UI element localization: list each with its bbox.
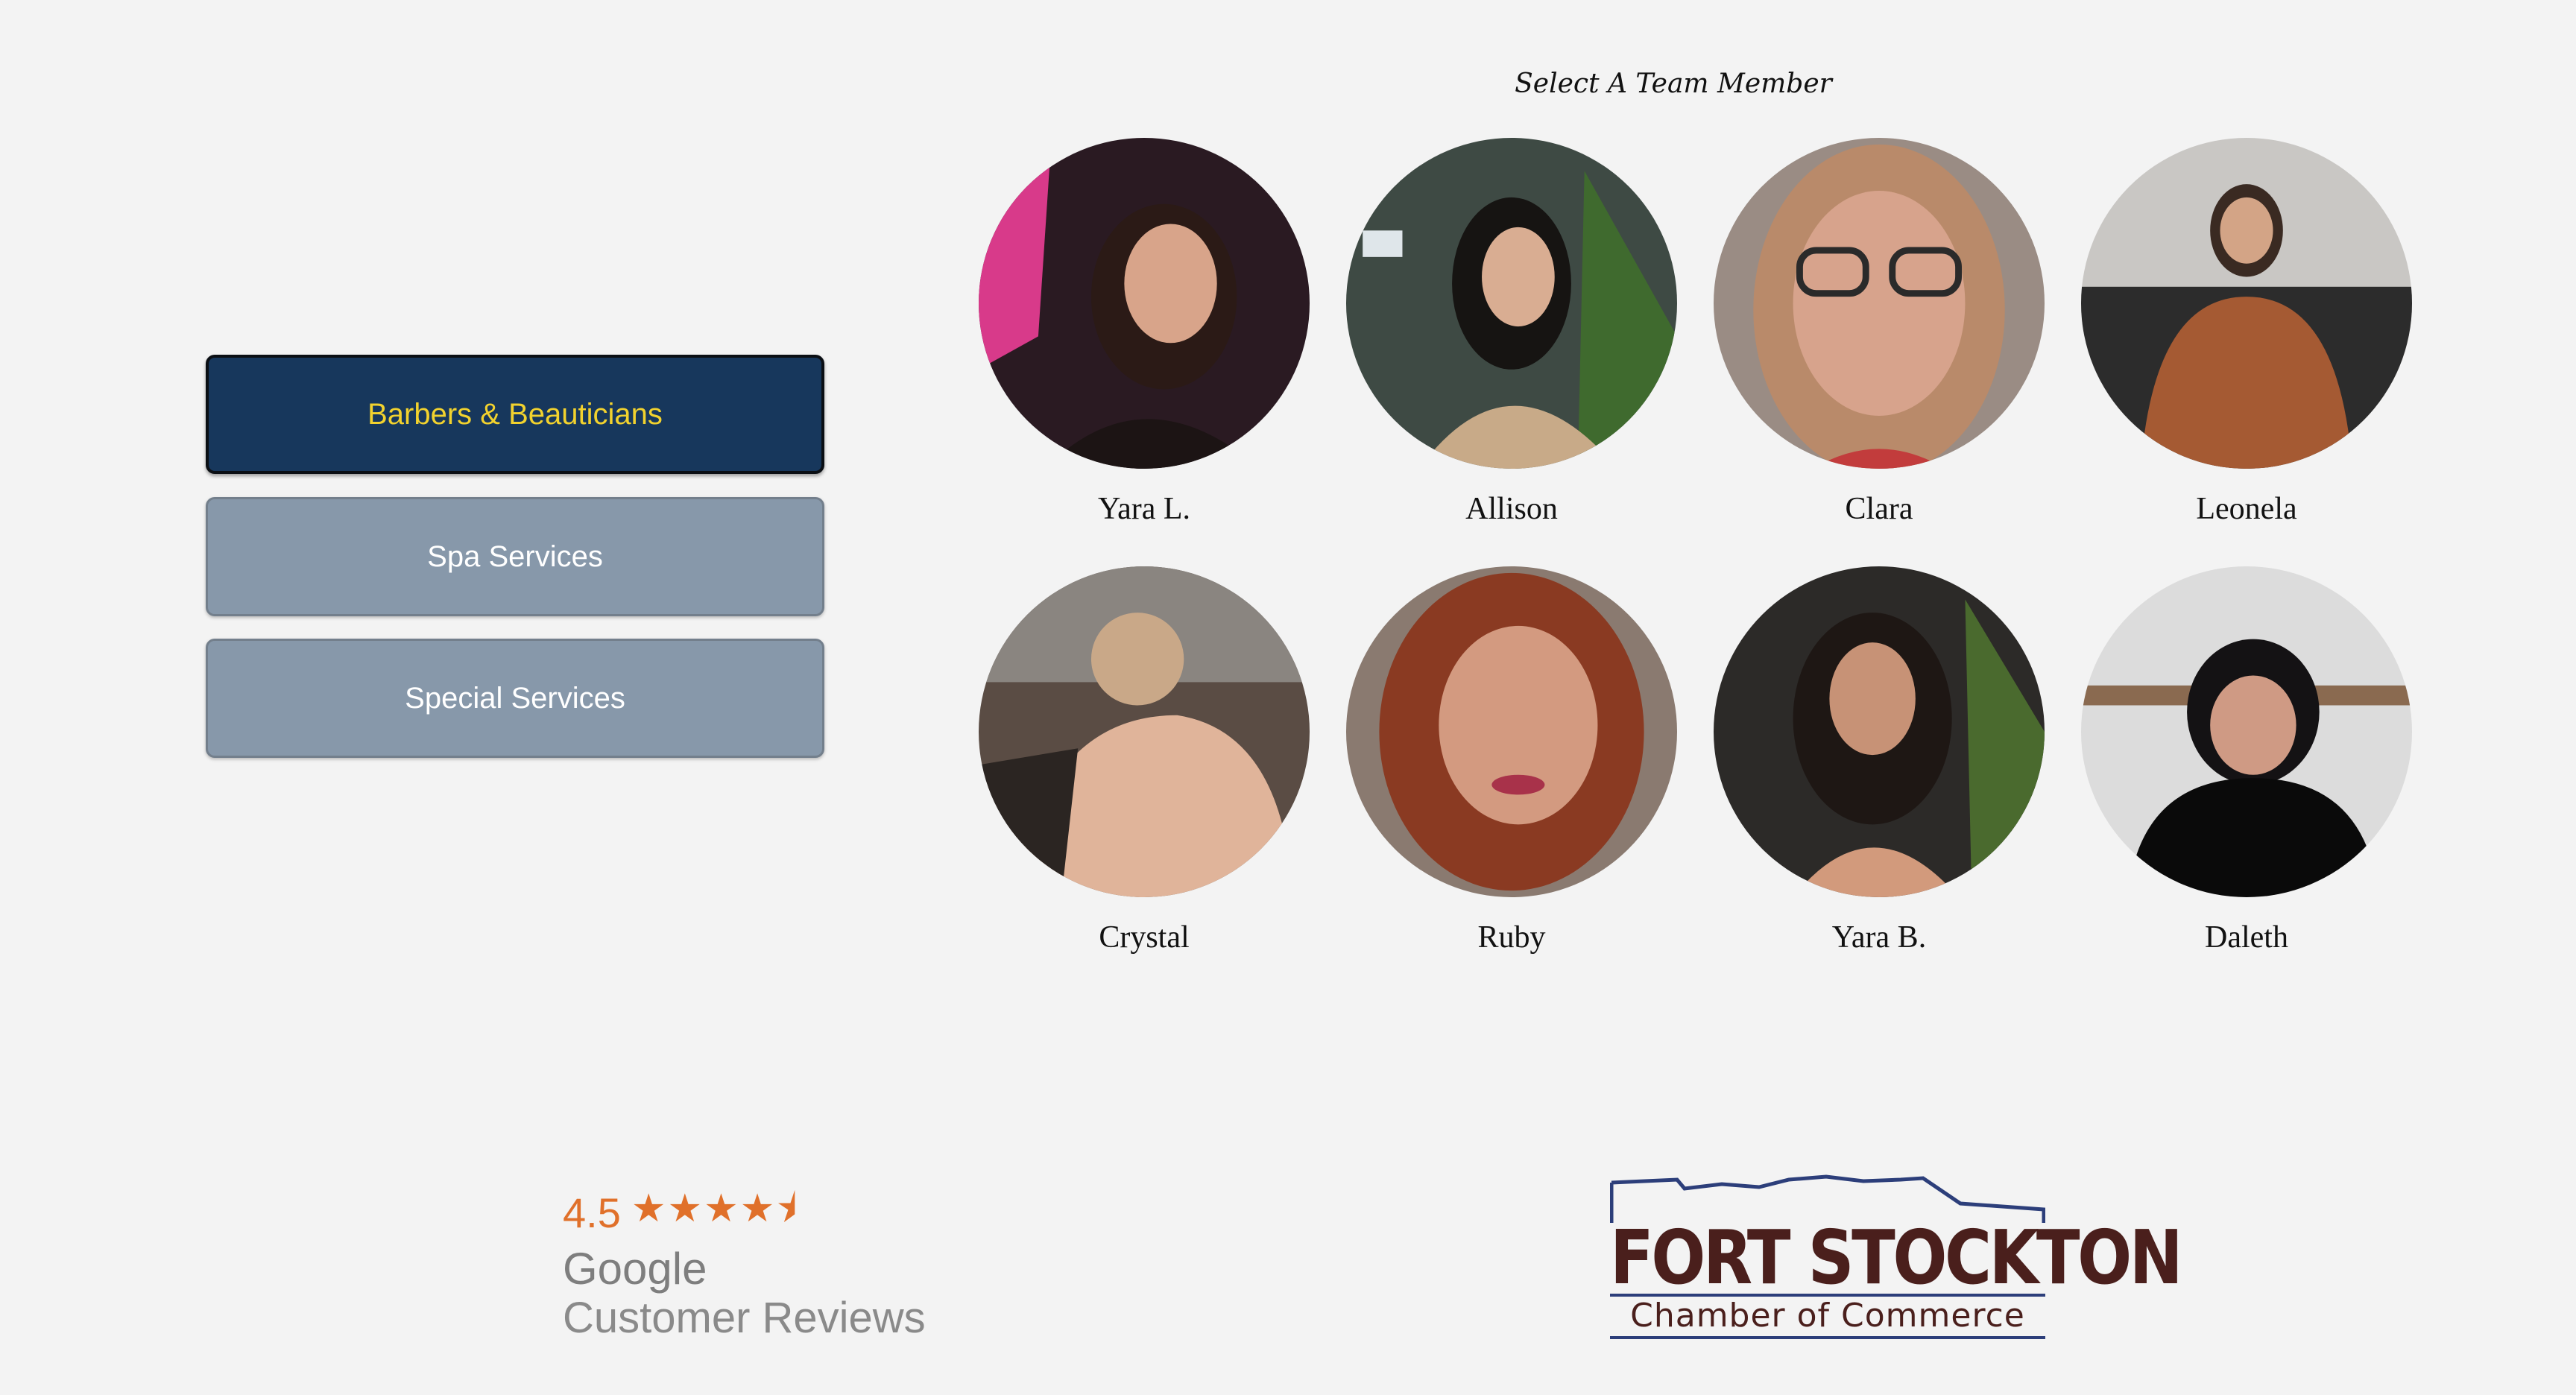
google-reviews-badge[interactable]: 4.5 ★★★★⯨ Google Customer Reviews bbox=[563, 1180, 926, 1343]
rating-value: 4.5 bbox=[563, 1189, 621, 1236]
member-photo bbox=[1714, 566, 2045, 897]
category-label: Barbers & Beauticians bbox=[367, 397, 663, 431]
member-name: Yara L. bbox=[1097, 492, 1191, 526]
category-spa-services-button[interactable]: Spa Services bbox=[206, 497, 824, 616]
member-photo bbox=[1714, 138, 2045, 469]
category-barbers-beauticians-button[interactable]: Barbers & Beauticians bbox=[206, 355, 824, 474]
star-rating-icon: ★★★★⯨ bbox=[631, 1187, 798, 1230]
member-name: Clara bbox=[1845, 492, 1913, 526]
member-name: Yara B. bbox=[1831, 920, 1927, 955]
category-label: Spa Services bbox=[427, 540, 603, 573]
member-name: Leonela bbox=[2196, 492, 2297, 526]
member-photo bbox=[1346, 566, 1677, 897]
team-member-yara-l[interactable]: Yara L. bbox=[979, 138, 1310, 527]
team-member-allison[interactable]: Allison bbox=[1346, 138, 1677, 527]
google-logo-text: Google bbox=[563, 1244, 707, 1294]
team-member-clara[interactable]: Clara bbox=[1714, 138, 2045, 527]
chamber-title: FORT STOCKTON bbox=[1610, 1214, 2183, 1301]
team-member-crystal[interactable]: Crystal bbox=[979, 566, 1310, 955]
member-name: Crystal bbox=[1099, 920, 1190, 955]
member-photo bbox=[979, 566, 1310, 897]
chamber-of-commerce-logo[interactable]: FORT STOCKTON Chamber of Commerce bbox=[1610, 1174, 2183, 1339]
member-photo bbox=[1346, 138, 1677, 469]
member-name: Ruby bbox=[1477, 920, 1546, 955]
team-heading: Select A Team Member bbox=[1515, 69, 1832, 99]
member-name: Daleth bbox=[2205, 920, 2288, 955]
category-label: Special Services bbox=[405, 681, 625, 715]
team-member-ruby[interactable]: Ruby bbox=[1346, 566, 1677, 955]
team-member-yara-b[interactable]: Yara B. bbox=[1714, 566, 2045, 955]
team-member-daleth[interactable]: Daleth bbox=[2081, 566, 2412, 955]
customer-reviews-label: Customer Reviews bbox=[563, 1294, 926, 1342]
member-name: Allison bbox=[1465, 492, 1558, 526]
team-member-leonela[interactable]: Leonela bbox=[2081, 138, 2412, 527]
member-photo bbox=[2081, 566, 2412, 897]
member-photo bbox=[979, 138, 1310, 469]
member-photo bbox=[2081, 138, 2412, 469]
category-special-services-button[interactable]: Special Services bbox=[206, 639, 824, 758]
